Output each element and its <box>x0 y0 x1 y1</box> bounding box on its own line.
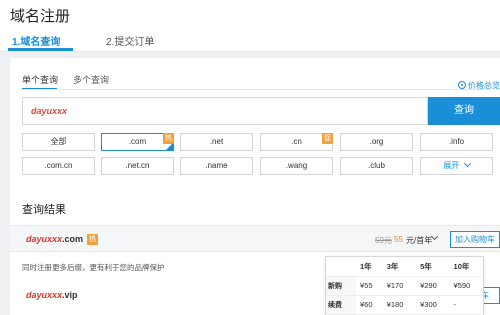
price-cell: - <box>449 295 483 315</box>
subtab-divider <box>20 89 490 90</box>
tld-label: .com <box>128 137 147 146</box>
brand-protection-hint: 同时注册更多后缀，更有利于您的品牌保护 <box>22 263 165 272</box>
header-cell: 1年 <box>356 257 383 277</box>
result-domain: dayuxxx.com 热 <box>26 234 99 245</box>
price-cell: ¥590 <box>449 276 483 296</box>
price-cell: ¥170 <box>382 276 417 296</box>
result-domain-vip: dayuxxx.vip <box>26 290 78 300</box>
price-cell: ¥60 <box>356 295 383 315</box>
tld-net-cn[interactable]: .net.cn <box>101 157 174 175</box>
domain-name: dayuxxx <box>26 234 63 244</box>
header-cell: 5年 <box>416 257 450 277</box>
step-tab-order[interactable]: 2.提交订单 <box>106 33 154 48</box>
table-row: 续费 ¥60 ¥180 ¥300 - <box>326 295 483 315</box>
header-cell: 10年 <box>449 257 483 277</box>
tld-org[interactable]: .org <box>340 133 413 151</box>
price-cell: ¥290 <box>416 276 450 296</box>
price-dropdown-icon[interactable] <box>430 232 439 243</box>
price-unit: 元/首年 <box>406 236 433 245</box>
tab-single-query[interactable]: 单个查询 <box>22 73 58 86</box>
hot-badge: 热 <box>87 234 99 245</box>
tld-name[interactable]: .name <box>180 157 253 175</box>
tld-label: .cn <box>291 137 302 146</box>
tld-com[interactable]: .com 热 <box>101 133 174 151</box>
tld-cn[interactable]: .cn 促 <box>260 133 333 151</box>
chevron-down-icon <box>463 159 471 168</box>
domain-search-input[interactable]: dayuxxx <box>22 97 428 125</box>
active-tab-indicator <box>8 48 73 51</box>
price-overview-link[interactable]: 价格总览 <box>458 80 500 91</box>
chevron-down-icon <box>430 232 439 241</box>
tld-info[interactable]: .info <box>420 133 493 151</box>
row-label: 续费 <box>326 295 356 315</box>
tab-multi-query[interactable]: 多个查询 <box>73 73 109 86</box>
step-tab-query[interactable]: 1.域名查询 <box>12 33 60 48</box>
domain-tld: .com <box>62 234 84 244</box>
tld-net[interactable]: .net <box>180 133 253 151</box>
result-row: dayuxxx.com 热 59元 55 元/首年 加入购物车 <box>10 225 500 252</box>
price-overview-label: 价格总览 <box>468 81 500 90</box>
expand-label: 展开 <box>443 161 460 170</box>
tld-all[interactable]: 全部 <box>22 133 95 151</box>
results-title: 查询结果 <box>22 204 66 216</box>
tld-club[interactable]: .club <box>340 157 413 175</box>
promo-badge: 促 <box>322 133 333 144</box>
header-cell <box>326 257 356 277</box>
row-label: 新购 <box>326 276 356 296</box>
add-to-cart-button[interactable]: 加入购物车 <box>450 231 500 248</box>
sale-price: 55 <box>394 235 403 244</box>
search-button[interactable]: 查询 <box>428 97 500 125</box>
tld-wang[interactable]: .wang <box>260 157 333 175</box>
page-title: 域名注册 <box>10 8 71 25</box>
domain-name: dayuxxx <box>26 290 63 300</box>
page-header: 域名注册 1.域名查询 2.提交订单 <box>0 0 500 52</box>
info-circle-icon <box>458 81 466 89</box>
price-cell: ¥180 <box>382 295 417 315</box>
original-price: 59元 <box>375 236 392 245</box>
selected-check-icon <box>166 143 173 150</box>
tld-com-cn[interactable]: .com.cn <box>22 157 95 175</box>
price-table: 1年 3年 5年 10年 新购 ¥55 ¥170 ¥290 ¥590 续费 ¥6… <box>326 257 483 315</box>
price-cell: ¥300 <box>416 295 450 315</box>
header-cell: 3年 <box>382 257 417 277</box>
domain-tld: .vip <box>62 290 78 300</box>
expand-button[interactable]: 展开 <box>420 157 493 175</box>
price-cell: ¥55 <box>356 276 383 296</box>
table-row: 新购 ¥55 ¥170 ¥290 ¥590 <box>326 276 483 296</box>
price-table-popup: 1年 3年 5年 10年 新购 ¥55 ¥170 ¥290 ¥590 续费 ¥6… <box>325 256 484 315</box>
price-table-header: 1年 3年 5年 10年 <box>326 257 483 277</box>
